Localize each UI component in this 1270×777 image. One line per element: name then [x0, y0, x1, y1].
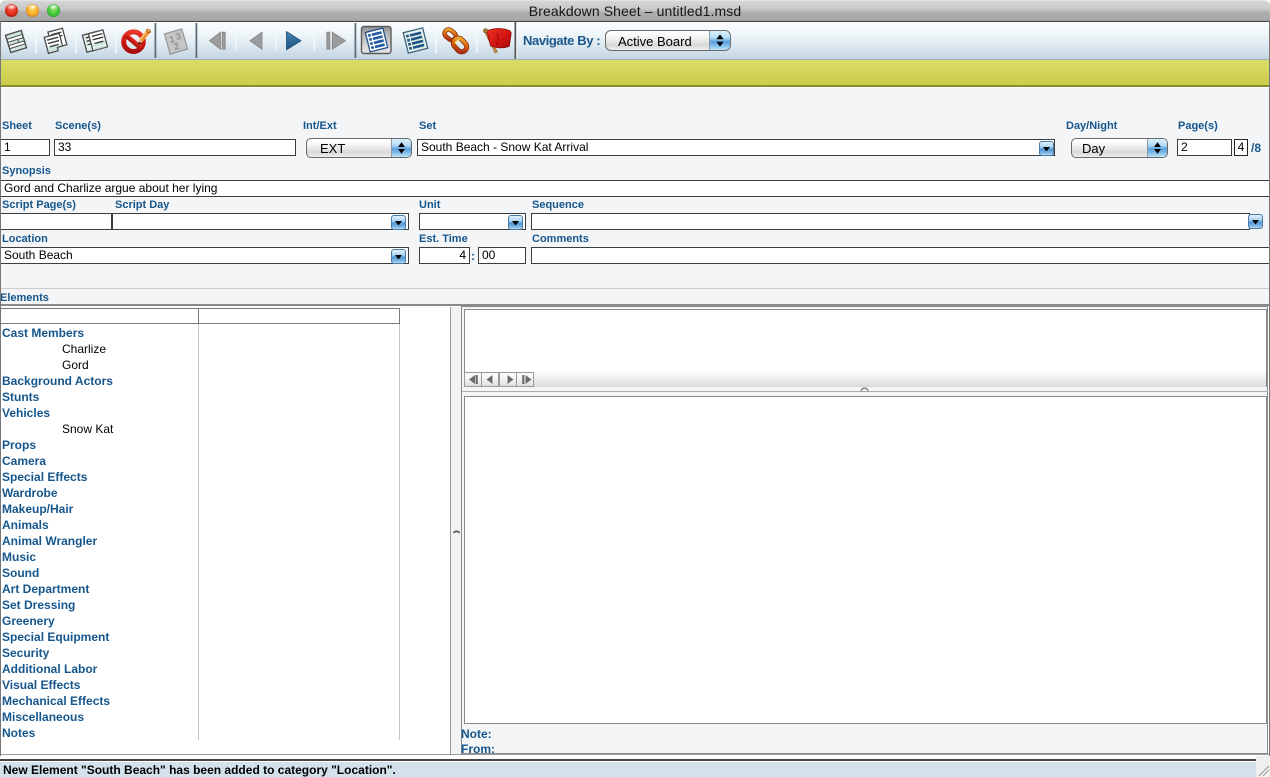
svg-text:Navigate By :: Navigate By : — [523, 33, 600, 48]
